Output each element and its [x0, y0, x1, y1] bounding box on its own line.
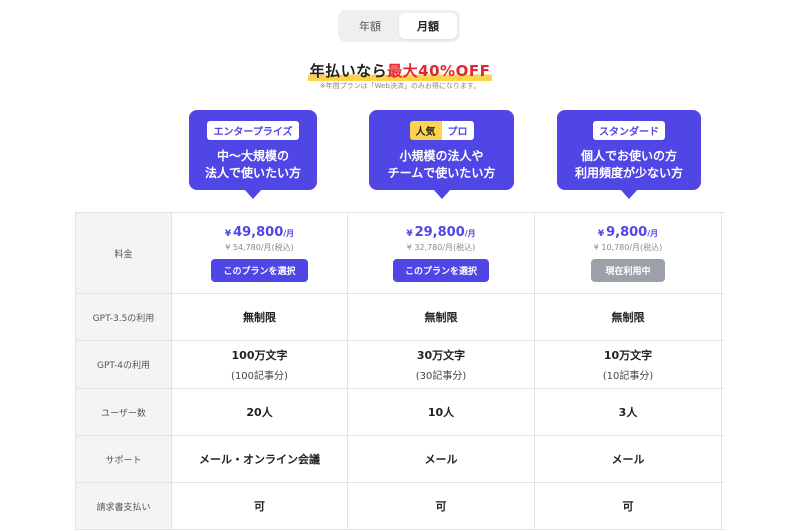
cell-value: 可	[435, 500, 447, 513]
price-taxed: ¥ 10,780/月(税込)	[593, 242, 663, 252]
cell-value: 無制限	[424, 311, 458, 324]
plan-description: 中〜大規模の 法人で使いたい方	[189, 148, 317, 182]
plan-badge: スタンダード	[593, 121, 665, 140]
price-unit: /月	[283, 228, 295, 238]
plan-card-enterprise: エンタープライズ 中〜大規模の 法人で使いたい方	[189, 110, 317, 199]
select-plan-button[interactable]: このプランを選択	[392, 258, 489, 282]
price-cell: ¥49,800/月 ¥ 54,780/月(税込) このプランを選択	[172, 213, 348, 293]
plan-description: 小規模の法人や チームで使いたい方	[369, 148, 514, 182]
cell-value: 20人	[246, 406, 273, 419]
cell-value: メール・オンライン会議	[199, 453, 320, 466]
table-row: GPT-4の利用 100万文字 (100記事分) 30万文字 (30記事分) 10万…	[76, 341, 724, 389]
table-row: GPT-3.5の利用 無制限 無制限 無制限	[76, 294, 724, 341]
billing-period-toggle: 年額 月額	[338, 10, 460, 42]
plan-desc-line: 利用頻度が少ない方	[574, 166, 683, 180]
row-label: ユーザー数	[76, 389, 172, 435]
price-taxed: ¥ 32,780/月(税込)	[406, 242, 476, 252]
cell-value: 100万文字	[231, 349, 288, 362]
row-label: 料金	[76, 213, 172, 293]
plan-desc-line: 小規模の法人や	[399, 149, 484, 163]
plan-card-standard: スタンダード 個人でお使いの方 利用頻度が少ない方	[557, 110, 701, 199]
promo-banner: 年払いなら最大40%OFF	[0, 60, 800, 81]
plan-description: 個人でお使いの方 利用頻度が少ない方	[557, 148, 701, 182]
promo-note: ※年間プランは「Web決済」のみお得になります。	[319, 82, 481, 90]
row-label: GPT-4の利用	[76, 341, 172, 388]
price-cell: ¥9,800/月 ¥ 10,780/月(税込) 現在利用中	[535, 213, 722, 293]
row-label: GPT-3.5の利用	[76, 294, 172, 340]
plan-desc-line: 個人でお使いの方	[580, 149, 677, 163]
currency-symbol: ¥	[224, 228, 232, 239]
table-row: 請求書支払い 可 可 可	[76, 483, 724, 530]
cell-value: メール	[424, 453, 458, 466]
plan-badge: プロ	[441, 121, 474, 140]
cell-value: 3人	[618, 406, 638, 419]
cell-subvalue: (100記事分)	[231, 371, 288, 382]
table-row-price: 料金 ¥49,800/月 ¥ 54,780/月(税込) このプランを選択 ¥29…	[76, 213, 724, 294]
price-cell: ¥29,800/月 ¥ 32,780/月(税込) このプランを選択	[348, 213, 535, 293]
price: ¥9,800/月	[598, 225, 658, 240]
cell-value: 10人	[427, 406, 455, 419]
table-row: サポート メール・オンライン会議 メール メール	[76, 436, 724, 483]
promo-headline: 年払いなら最大40%OFF	[307, 60, 493, 81]
popular-badge: 人気	[409, 121, 442, 140]
tab-monthly[interactable]: 月額	[399, 13, 457, 39]
plan-desc-line: 法人で使いたい方	[204, 166, 301, 180]
price-amount: 29,800	[414, 224, 465, 240]
price-amount: 9,800	[606, 224, 648, 240]
price-unit: /月	[464, 228, 476, 238]
plan-badge: エンタープライズ	[207, 121, 299, 140]
currency-symbol: ¥	[597, 228, 605, 239]
cell-value: 無制限	[611, 311, 645, 324]
tab-yearly[interactable]: 年額	[341, 13, 399, 39]
cell-subvalue: (30記事分)	[415, 371, 467, 382]
promo-highlight: 最大40%OFF	[387, 62, 491, 80]
table-row: ユーザー数 20人 10人 3人	[76, 389, 724, 436]
cell-value: 可	[622, 500, 634, 513]
plan-card-pro: 人気 プロ 小規模の法人や チームで使いたい方	[369, 110, 514, 199]
price-amount: 49,800	[233, 224, 284, 240]
current-plan-button: 現在利用中	[591, 258, 665, 282]
select-plan-button[interactable]: このプランを選択	[211, 258, 308, 282]
price-taxed: ¥ 54,780/月(税込)	[225, 242, 294, 252]
cell-value: 30万文字	[416, 349, 466, 362]
promo-prefix: 年払いなら	[309, 62, 388, 80]
cell-subvalue: (10記事分)	[602, 371, 654, 382]
price: ¥29,800/月	[406, 225, 475, 240]
plan-desc-line: 中〜大規模の	[216, 149, 289, 163]
cell-value: 無制限	[243, 311, 276, 324]
currency-symbol: ¥	[406, 228, 413, 239]
cell-value: 10万文字	[603, 349, 653, 362]
row-label: サポート	[76, 436, 172, 482]
cell-value: メール	[611, 453, 645, 466]
row-label: 請求書支払い	[76, 483, 172, 529]
price: ¥49,800/月	[225, 225, 294, 240]
plan-comparison-table: 料金 ¥49,800/月 ¥ 54,780/月(税込) このプランを選択 ¥29…	[75, 212, 724, 530]
cell-value: 可	[254, 500, 265, 513]
price-unit: /月	[647, 228, 659, 238]
plan-desc-line: チームで使いたい方	[387, 166, 496, 180]
